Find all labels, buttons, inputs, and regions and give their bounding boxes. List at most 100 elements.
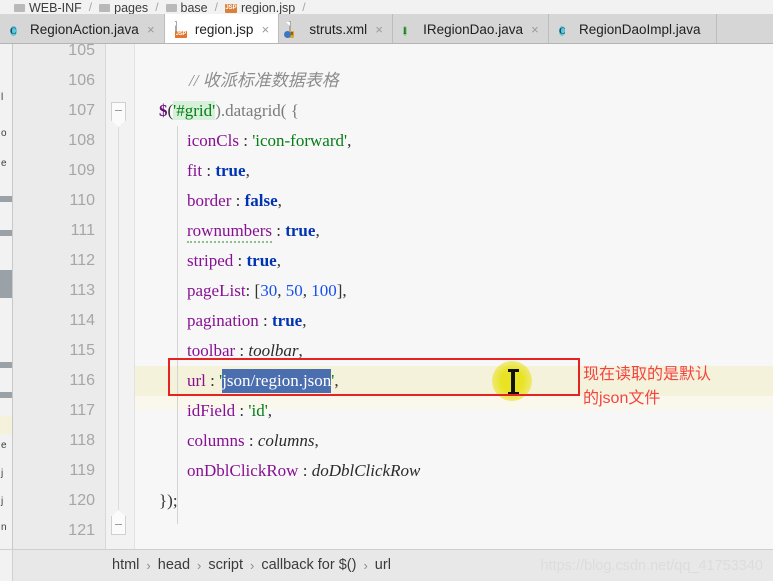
structure-crumb-url[interactable]: url: [375, 557, 391, 573]
line-number: 114: [69, 312, 95, 329]
code-line-120[interactable]: });: [159, 486, 178, 516]
breadcrumb-item-base[interactable]: base: [165, 2, 208, 14]
token-comma: ,: [347, 131, 352, 150]
fold-collapse-icon[interactable]: [111, 102, 126, 127]
tab-label: IRegionDao.java: [423, 21, 523, 37]
status-bar-left-edge: [0, 550, 13, 581]
code-line-106[interactable]: // 收派标准数据表格: [189, 66, 339, 96]
line-number-gutter[interactable]: 105 106 107 108 109 110 111 112 113 114 …: [13, 44, 106, 549]
token-pagelist-30: 30: [260, 281, 278, 300]
java-class-icon: C: [558, 25, 566, 36]
line-number: 109: [68, 162, 95, 179]
tab-region-action-java[interactable]: C RegionAction.java ×: [0, 14, 165, 44]
code-line-113[interactable]: pageList: [30, 50, 100],: [187, 276, 347, 306]
token-comma: ,: [277, 191, 282, 210]
token-comma: ,: [267, 401, 273, 420]
strip-band: [0, 362, 12, 368]
structure-crumb-html[interactable]: html: [112, 557, 139, 573]
tool-strip-char: o: [1, 128, 7, 139]
tab-label: RegionAction.java: [30, 21, 139, 37]
token-datagrid-call: ).datagrid( {: [215, 101, 299, 120]
token-value-fit: true: [215, 161, 246, 180]
tab-label: struts.xml: [309, 21, 368, 37]
tool-strip-char: l: [1, 92, 4, 103]
annotation-text-line2: 的json文件: [583, 390, 661, 407]
strip-band-highlight: [0, 416, 12, 434]
token-value-columns: columns: [257, 431, 315, 450]
token-comma: ,: [245, 161, 250, 180]
code-line-117[interactable]: idField : 'id',: [187, 396, 272, 426]
token-value-idfield: 'id': [248, 401, 268, 420]
code-line-114[interactable]: pagination : true,: [187, 306, 306, 336]
tab-label: region.jsp: [194, 21, 254, 37]
line-number: 105: [68, 44, 95, 59]
close-icon[interactable]: ×: [374, 23, 384, 36]
tool-strip-char: j: [1, 496, 4, 507]
code-line-109[interactable]: fit : true,: [187, 156, 250, 186]
code-line-111[interactable]: rownumbers : true,: [187, 216, 320, 246]
code-line-112[interactable]: striped : true,: [187, 246, 281, 276]
tab-regiondaoimpl-java[interactable]: C RegionDaoImpl.java: [548, 14, 717, 44]
line-number: 112: [69, 252, 95, 269]
line-number: 117: [69, 402, 95, 419]
token-comma: ,: [314, 431, 319, 450]
close-icon[interactable]: ×: [260, 23, 270, 36]
line-number: 106: [68, 72, 95, 89]
token-comma: ,: [276, 251, 281, 270]
strip-band: [0, 392, 12, 398]
code-text-area[interactable]: // 收派标准数据表格 $('#grid').datagrid( { iconC…: [135, 44, 773, 549]
close-icon[interactable]: ×: [530, 23, 540, 36]
jsp-file-icon: JSP: [224, 3, 237, 13]
strip-band: [0, 196, 12, 202]
breadcrumb-item-pages[interactable]: pages: [99, 2, 148, 14]
tab-region-jsp[interactable]: JSP region.jsp ×: [164, 14, 280, 44]
crumb-separator-icon: ›: [250, 557, 255, 573]
tool-strip-char: n: [1, 522, 7, 533]
strip-band: [0, 230, 12, 236]
breadcrumb-label: pages: [114, 1, 149, 14]
file-path-breadcrumb: WEB-INF / pages / base / JSP region.jsp …: [0, 0, 773, 14]
structure-crumb-head[interactable]: head: [158, 557, 190, 573]
token-comma: ,: [302, 311, 307, 330]
tool-strip-char: e: [1, 158, 7, 169]
line-number: 108: [68, 132, 95, 149]
left-tool-window-strip[interactable]: l o e e j j n l: [0, 44, 13, 549]
token-grid-selector: '#grid': [173, 101, 216, 120]
structure-crumb-script[interactable]: script: [208, 557, 243, 573]
fold-collapse-icon-bottom[interactable]: [111, 516, 126, 535]
code-editor[interactable]: 105 106 107 108 109 110 111 112 113 114 …: [13, 44, 773, 549]
tab-iregiondao-java[interactable]: I IRegionDao.java ×: [393, 14, 549, 44]
line-number: 107: [68, 102, 95, 119]
token-value-border: false: [244, 191, 278, 210]
code-line-108[interactable]: iconCls : 'icon-forward',: [187, 126, 351, 156]
code-line-118[interactable]: columns : columns,: [187, 426, 319, 456]
fold-region-line: [118, 122, 119, 524]
code-fold-column[interactable]: [106, 44, 135, 549]
breadcrumb-separator: /: [88, 0, 93, 14]
code-line-110[interactable]: border : false,: [187, 186, 282, 216]
tool-strip-char: e: [1, 440, 7, 451]
line-number: 115: [69, 342, 95, 359]
token-close-statement: });: [159, 491, 178, 510]
line-number: 118: [69, 432, 95, 449]
status-bar: html › head › script › callback for $() …: [0, 549, 773, 581]
line-number: 113: [69, 282, 95, 299]
structure-crumb-callback[interactable]: callback for $(): [261, 557, 356, 573]
token-key-iconcls: iconCls: [187, 131, 239, 150]
token-value-rownumbers: true: [285, 221, 316, 240]
token-value-iconcls: 'icon-forward': [252, 131, 348, 150]
breadcrumb-separator: /: [214, 0, 218, 14]
line-number-active: 116: [69, 372, 95, 389]
tab-struts-xml[interactable]: x struts.xml ×: [279, 14, 394, 44]
close-icon[interactable]: ×: [146, 23, 156, 36]
line-number: 110: [69, 192, 95, 209]
token-key-pagination: pagination: [187, 311, 259, 330]
code-line-107[interactable]: $('#grid').datagrid( {: [159, 96, 299, 126]
breadcrumb-item-web-inf[interactable]: WEB-INF: [14, 2, 82, 14]
breadcrumb-separator: /: [155, 0, 159, 14]
token-key-striped: striped: [187, 251, 234, 270]
code-comment: // 收派标准数据表格: [189, 71, 339, 90]
jsp-file-icon: JSP: [174, 20, 189, 38]
code-line-119[interactable]: onDblClickRow : doDblClickRow: [187, 456, 420, 486]
breadcrumb-item-region-jsp[interactable]: JSP region.jsp: [224, 2, 295, 14]
